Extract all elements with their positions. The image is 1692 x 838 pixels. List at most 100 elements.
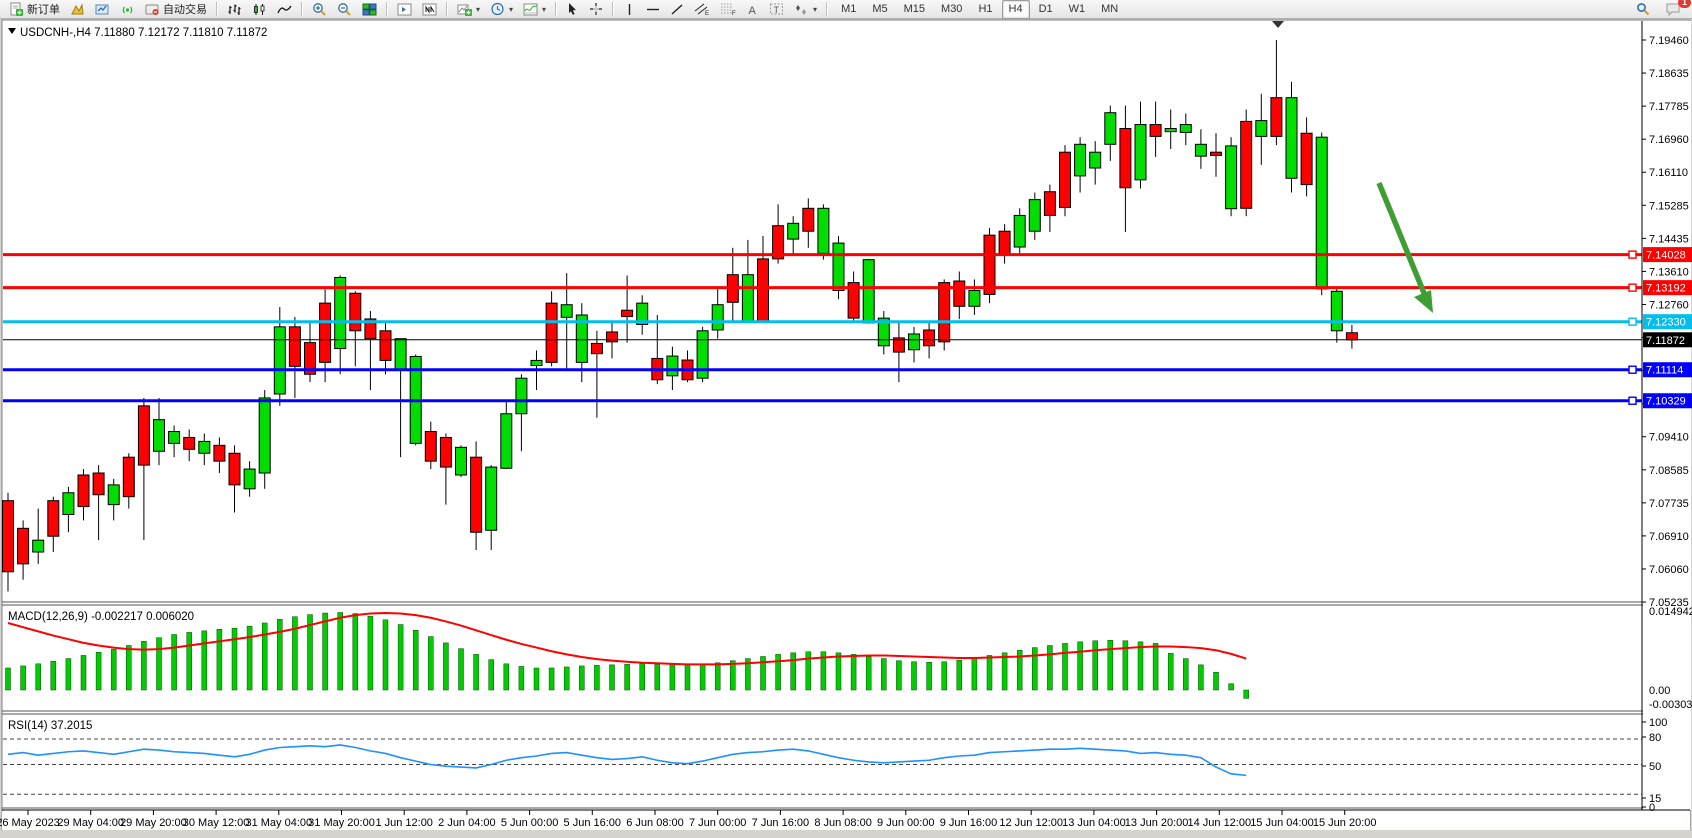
chevron-down-icon[interactable]: ▾ — [476, 5, 480, 14]
macd-histogram-bar — [353, 614, 358, 690]
candle — [380, 331, 391, 361]
macd-histogram-bar — [987, 655, 992, 690]
timeframe-d1-button[interactable]: D1 — [1032, 0, 1060, 19]
shapes-button[interactable]: ▾ — [789, 0, 822, 19]
chevron-down-icon[interactable]: ▾ — [542, 5, 546, 14]
chat-icon[interactable]: 1 — [1661, 0, 1686, 19]
timeframe-h4-button[interactable]: H4 — [1002, 0, 1030, 19]
zoom-in-button[interactable] — [307, 0, 332, 19]
text-icon: A — [746, 3, 759, 16]
label-button[interactable]: T — [764, 0, 789, 19]
timeframe-m30-button[interactable]: M30 — [934, 0, 969, 19]
macd-histogram-bar — [1063, 643, 1068, 690]
templates-button[interactable]: ▾ — [518, 0, 551, 19]
hline-button[interactable] — [641, 0, 665, 19]
rsi-axis-label: 100 — [1649, 717, 1667, 729]
vline-button[interactable] — [618, 0, 641, 19]
candle — [742, 275, 753, 322]
macd-histogram-bar — [534, 668, 539, 690]
auto-trading-button[interactable]: 自动交易 — [140, 0, 212, 19]
fibonacci-button[interactable]: F — [715, 0, 741, 19]
timeframe-m15-button[interactable]: M15 — [897, 0, 932, 19]
macd-histogram-bar — [413, 630, 418, 690]
indicators-icon — [457, 3, 472, 16]
macd-histogram-bar — [700, 664, 705, 690]
candle — [123, 457, 134, 497]
candle-chart-button[interactable] — [247, 0, 272, 19]
search-icon[interactable] — [1631, 0, 1655, 19]
price-tick-label: 7.06060 — [1649, 564, 1689, 576]
trendline-button[interactable] — [665, 0, 689, 19]
macd-histogram-bar — [459, 649, 464, 690]
price-badge-value: 7.12330 — [1646, 317, 1686, 329]
macd-histogram-bar — [262, 623, 267, 690]
candle — [561, 305, 572, 318]
candle — [154, 420, 165, 452]
candle — [63, 493, 74, 515]
time-tick-label: 5 Jun 00:00 — [501, 817, 559, 829]
line-handle[interactable] — [1629, 318, 1636, 325]
profile-button[interactable] — [65, 0, 90, 19]
macd-histogram-bar — [579, 666, 584, 690]
candle — [1301, 133, 1312, 184]
macd-histogram-bar — [564, 667, 569, 690]
candle — [199, 441, 210, 453]
cursor-button[interactable] — [561, 0, 584, 19]
indicators-button[interactable]: ▾ — [452, 0, 485, 19]
macd-histogram-bar — [912, 662, 917, 690]
periods-button[interactable]: ▾ — [485, 0, 518, 19]
cascade-window-button[interactable] — [417, 0, 442, 19]
line-handle[interactable] — [1629, 397, 1636, 404]
chart-window-button[interactable] — [392, 0, 417, 19]
candle — [395, 339, 406, 371]
signal-button[interactable] — [115, 0, 140, 19]
market-watch-button[interactable] — [90, 0, 115, 19]
macd-histogram-bar — [36, 664, 41, 690]
timeframe-mn-button[interactable]: MN — [1094, 0, 1125, 19]
timeframe-h1-button[interactable]: H1 — [971, 0, 999, 19]
line-handle[interactable] — [1629, 284, 1636, 291]
line-handle[interactable] — [1629, 251, 1636, 258]
timeframe-m1-button[interactable]: M1 — [834, 0, 863, 19]
chevron-down-icon[interactable]: ▾ — [509, 5, 513, 14]
crosshair-button[interactable] — [584, 0, 608, 19]
macd-histogram-bar — [791, 653, 796, 690]
chevron-down-icon[interactable]: ▾ — [813, 5, 817, 14]
toolbar-separator — [216, 2, 218, 16]
time-tick-label: 7 Jun 16:00 — [752, 817, 810, 829]
main-toolbar: 新订单 自动交易 ▾ ▾ ▾ EFAT ▾ M1M5M15M30H1H4D1W1MN 1 — [0, 0, 1692, 19]
toolbar-separator — [555, 2, 557, 16]
candle — [3, 501, 14, 572]
channel-button[interactable]: E — [689, 0, 715, 19]
price-tick-label: 7.09410 — [1649, 432, 1689, 444]
new-order-button[interactable]: 新订单 — [4, 0, 65, 19]
candle — [214, 445, 225, 461]
line-chart-button[interactable] — [272, 0, 297, 19]
macd-histogram-bar — [640, 664, 645, 690]
candle — [1241, 121, 1252, 208]
candle — [803, 208, 814, 231]
line-handle[interactable] — [1629, 366, 1636, 373]
zoom-out-button[interactable] — [332, 0, 357, 19]
profile-icon — [70, 3, 85, 16]
macd-histogram-bar — [202, 631, 207, 690]
timeframe-m5-button[interactable]: M5 — [865, 0, 894, 19]
bar-chart-button[interactable] — [222, 0, 247, 19]
tile-windows-button[interactable] — [357, 0, 382, 19]
candle — [546, 303, 557, 362]
candle — [1195, 144, 1206, 156]
macd-histogram-bar — [549, 668, 554, 690]
line-chart-icon — [277, 3, 292, 16]
new-order-label: 新订单 — [27, 1, 60, 17]
candle — [999, 231, 1010, 255]
market-watch-icon — [95, 3, 110, 16]
text-button[interactable]: A — [741, 0, 764, 19]
candle — [229, 453, 240, 485]
price-tick-label: 7.19460 — [1649, 35, 1689, 47]
time-tick-label: 15 Jun 04:00 — [1250, 817, 1314, 829]
timeframe-w1-button[interactable]: W1 — [1062, 0, 1093, 19]
periods-icon — [490, 2, 505, 16]
mt4-terminal: { "toolbar": { "new_order_label": "新订单",… — [0, 0, 1692, 838]
macd-histogram-bar — [6, 668, 11, 690]
macd-axis-min: -0.003034 — [1649, 699, 1692, 711]
